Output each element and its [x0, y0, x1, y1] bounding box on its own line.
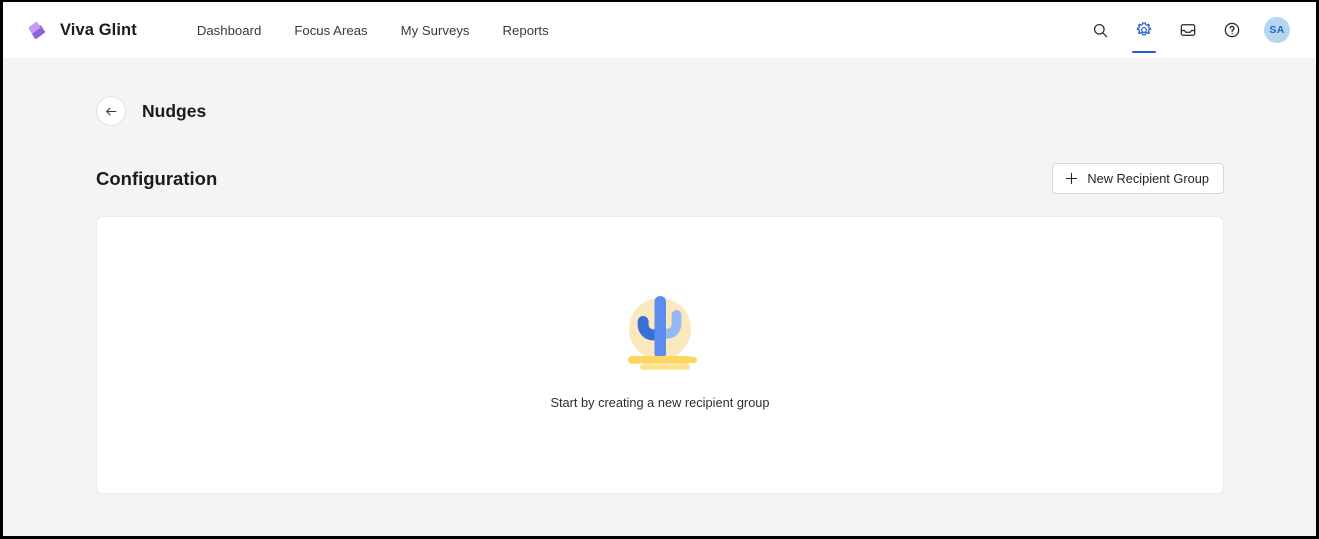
app-window: Viva Glint Dashboard Focus Areas My Surv…	[0, 0, 1319, 539]
empty-state-message: Start by creating a new recipient group	[550, 394, 770, 410]
nav-item-my-surveys[interactable]: My Surveys	[399, 19, 472, 42]
arrow-left-icon[interactable]	[96, 96, 126, 126]
avatar[interactable]: SA	[1264, 17, 1290, 43]
new-recipient-group-label: New Recipient Group	[1087, 171, 1209, 186]
brand-logo[interactable]: Viva Glint	[26, 19, 137, 42]
viva-glint-diamond-icon	[26, 19, 49, 42]
search-icon[interactable]	[1084, 14, 1116, 46]
gear-icon[interactable]	[1128, 14, 1160, 53]
nav-item-reports[interactable]: Reports	[501, 19, 551, 42]
plus-icon	[1065, 172, 1078, 185]
nav-item-dashboard[interactable]: Dashboard	[195, 19, 264, 42]
page-header: Nudges	[96, 96, 1316, 126]
help-circle-icon[interactable]	[1216, 14, 1248, 46]
page-title: Nudges	[142, 100, 207, 121]
new-recipient-group-button[interactable]: New Recipient Group	[1052, 163, 1224, 194]
main-nav: Dashboard Focus Areas My Surveys Reports	[195, 19, 551, 42]
top-navigation-bar: Viva Glint Dashboard Focus Areas My Surv…	[3, 2, 1316, 58]
configuration-card: Start by creating a new recipient group	[96, 216, 1224, 494]
nav-item-focus-areas[interactable]: Focus Areas	[292, 19, 369, 42]
cactus-desert-icon	[612, 281, 708, 373]
topbar-actions: SA	[1084, 14, 1290, 53]
page-body: Nudges Configuration New Recipient Group	[3, 58, 1316, 535]
inbox-icon[interactable]	[1172, 14, 1204, 46]
brand-name: Viva Glint	[60, 20, 137, 39]
section-header: Configuration New Recipient Group	[96, 163, 1224, 194]
section-title: Configuration	[96, 167, 218, 189]
